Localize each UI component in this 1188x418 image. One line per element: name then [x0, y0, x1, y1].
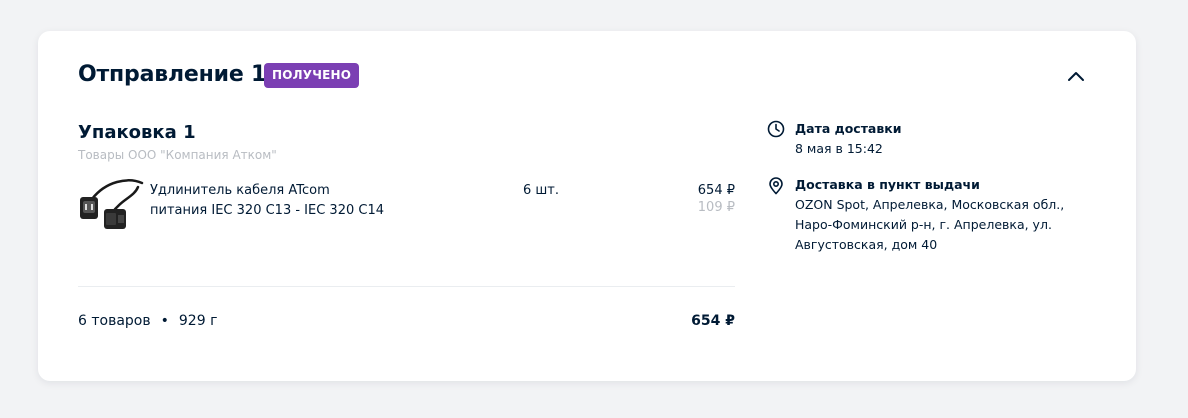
chevron-up-icon	[1068, 72, 1084, 81]
delivery-date-label: Дата доставки	[795, 121, 902, 136]
item-quantity: 6 шт.	[523, 183, 560, 198]
items-count: 6 товаров	[78, 313, 151, 329]
delivery-date-value: 8 мая в 15:42	[795, 141, 883, 156]
location-pin-icon	[769, 177, 783, 195]
power-cable-icon[interactable]	[78, 177, 144, 237]
shipment-title: Отправление 1	[78, 62, 267, 87]
clock-icon	[767, 120, 785, 138]
collapse-button[interactable]	[1063, 64, 1089, 88]
seller-name[interactable]: Товары ООО "Компания Атком"	[78, 147, 277, 163]
shipment-card: Отправление 1 ПОЛУЧЕНО Упаковка 1 Товары…	[38, 31, 1136, 381]
status-badge: ПОЛУЧЕНО	[264, 63, 360, 88]
order-summary: 6 товаров • 929 г	[78, 311, 217, 331]
delivery-place-label: Доставка в пункт выдачи	[795, 177, 980, 192]
package-title: Упаковка 1	[78, 122, 196, 143]
item-unit-price: 109 ₽	[697, 200, 735, 215]
delivery-place-value: OZON Spot, Апрелевка, Московская обл., Н…	[795, 197, 1065, 252]
summary-separator: •	[160, 313, 169, 329]
total-weight: 929 г	[178, 313, 218, 329]
item-name[interactable]: Удлинитель кабеля ATcom питания IEC 320 …	[150, 181, 390, 221]
total-price: 654 ₽	[691, 313, 735, 329]
divider	[78, 286, 735, 287]
